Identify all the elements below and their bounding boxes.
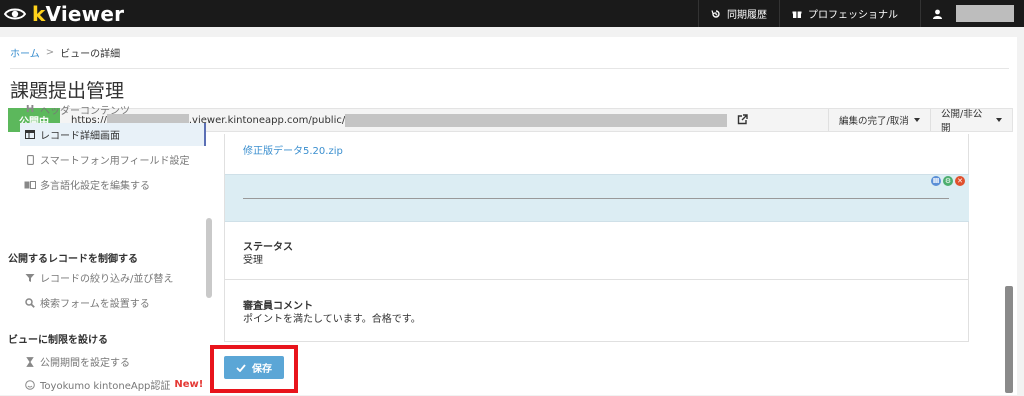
language-icon <box>24 180 36 189</box>
close-icon[interactable]: ✕ <box>955 176 965 186</box>
caret-down-icon <box>913 118 920 122</box>
field-divider <box>225 341 969 342</box>
attachment-link[interactable]: 修正版データ5.20.zip <box>243 142 343 157</box>
sync-history-label: 同期履歴 <box>727 10 767 21</box>
breadcrumb-current: ビューの詳細 <box>60 49 121 60</box>
columns-icon[interactable]: Ⅲ <box>931 176 941 186</box>
sidebar-section-restrictions: ビューに制限を設ける <box>8 335 108 346</box>
sidebar: H ヘッダーコンテンツ レコード詳細画面 スマートフォン用フィールド設定 多言語… <box>0 97 208 358</box>
sidebar-item-kintoneapp-auth[interactable]: Toyokumo kintoneApp認証 New! <box>20 373 220 396</box>
publish-dropdown[interactable]: 公開/非公開 <box>930 109 1012 134</box>
external-link-icon[interactable] <box>737 114 748 125</box>
sync-history-link[interactable]: 同期履歴 <box>698 0 779 27</box>
breadcrumb: ホーム > ビューの詳細 <box>10 45 120 60</box>
breadcrumb-separator: > <box>45 47 55 58</box>
sidebar-item-search-form[interactable]: 検索フォームを設置する <box>20 291 206 314</box>
caret-down-icon <box>996 118 1002 122</box>
status-value: 受理 <box>243 255 263 266</box>
sidebar-section-record-control: 公開するレコードを制御する <box>8 254 138 265</box>
sidebar-item-multilanguage[interactable]: 多言語化設定を編集する <box>20 173 206 196</box>
new-badge: New! <box>174 379 204 390</box>
main-scrollbar[interactable] <box>1005 286 1013 393</box>
breadcrumb-home[interactable]: ホーム <box>10 45 40 60</box>
phone-icon <box>24 154 36 165</box>
table-icon <box>24 130 36 139</box>
sidebar-item-record-detail[interactable]: レコード詳細画面 <box>20 123 206 146</box>
top-nav: 同期履歴 プロフェッショナル <box>698 0 1024 27</box>
row-controls: Ⅲ ⚙ ✕ <box>931 176 965 186</box>
field-divider <box>225 279 969 280</box>
selected-layout-row[interactable]: Ⅲ ⚙ ✕ <box>225 174 969 222</box>
save-button[interactable]: 保存 <box>224 356 284 379</box>
eye-icon <box>4 8 26 19</box>
sidebar-item-publish-period[interactable]: 公開期間を設定する <box>20 350 206 373</box>
sidebar-item-header-content[interactable]: H ヘッダーコンテンツ <box>20 98 206 121</box>
professional-link[interactable]: プロフェッショナル <box>779 0 920 27</box>
app-title: kViewer <box>32 1 125 26</box>
edit-done-dropdown[interactable]: 編集の完了/取消 <box>828 109 930 131</box>
hourglass-icon <box>24 356 36 367</box>
sidebar-scrollbar[interactable] <box>206 218 212 298</box>
history-icon <box>711 9 720 18</box>
settings-icon[interactable]: ⚙ <box>943 176 953 186</box>
professional-label: プロフェッショナル <box>808 10 898 21</box>
url-redacted-path <box>345 113 728 127</box>
app-logo[interactable]: kViewer <box>4 0 124 27</box>
user-icon <box>933 9 942 19</box>
label-divider <box>243 198 949 199</box>
divider <box>10 68 1009 69</box>
smile-icon <box>24 379 36 390</box>
heading-icon: H <box>25 104 35 115</box>
user-name-redacted <box>956 5 1014 22</box>
top-bar: kViewer 同期履歴 プロフェッショナル <box>0 0 1024 27</box>
sidebar-item-filter-sort[interactable]: レコードの絞り込み/並び替え <box>20 266 206 289</box>
sidebar-item-smartphone-fields[interactable]: スマートフォン用フィールド設定 <box>20 148 206 171</box>
record-detail-preview: 修正版データ5.20.zip Ⅲ ⚙ ✕ ステータス 受理 審査員コメント ポイ… <box>224 134 969 342</box>
check-icon <box>236 363 246 372</box>
user-menu[interactable] <box>920 0 1024 27</box>
filter-icon <box>24 273 36 283</box>
gift-icon <box>792 11 802 18</box>
comment-value: ポイントを満たしています。合格です。 <box>243 314 421 325</box>
search-icon <box>24 297 36 308</box>
